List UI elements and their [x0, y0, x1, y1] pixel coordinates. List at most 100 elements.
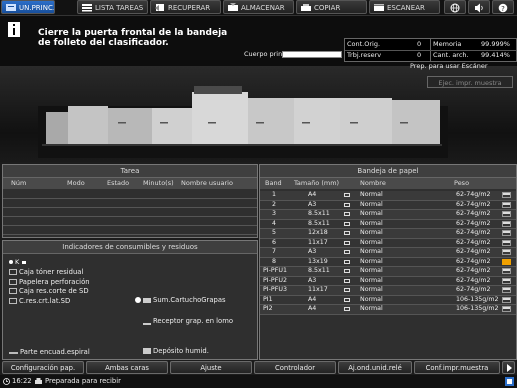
tab-scan[interactable]: ESCANEAR — [369, 0, 440, 14]
duplex-button[interactable]: Ambas caras — [86, 361, 168, 374]
status-text: Preparada para recibir — [45, 377, 121, 385]
paper-orientation-icon — [344, 269, 350, 273]
list-item: Caja res.corte de SD — [9, 287, 90, 297]
table-row[interactable] — [3, 190, 257, 199]
table-row[interactable]: PI-PFU2 A3 Normal 62-74g/m2 — [260, 276, 516, 286]
tab-label: LISTA TAREAS — [95, 4, 144, 12]
column-user-name: Nombre usuario — [181, 179, 233, 187]
svg-text:?: ? — [501, 5, 505, 13]
tray-id: PI-PFU3 — [263, 286, 287, 293]
table-row[interactable]: 7 A3 Normal 62-74g/m2 — [260, 248, 516, 258]
bullet-icon — [135, 297, 141, 303]
tray-weight: 62-74g/m2 — [456, 229, 491, 236]
paper-level-indicator — [502, 201, 511, 208]
toner-label: K — [15, 258, 20, 266]
relay-unit-wave-button[interactable]: Aj.ond.unid.relé — [338, 361, 412, 374]
tab-store[interactable]: ALMACENAR — [223, 0, 294, 14]
side-trim-waste-icon — [9, 297, 17, 304]
paper-level-indicator — [502, 306, 511, 312]
paper-orientation-icon — [344, 297, 350, 302]
table-row[interactable]: 1 A4 Normal 62-74g/m2 — [260, 191, 516, 201]
tab-main[interactable]: UN.PRINC. — [1, 0, 55, 14]
tray-weight: 62-74g/m2 — [456, 248, 491, 255]
punch-waste-icon — [9, 278, 17, 285]
info-icon — [8, 22, 20, 37]
table-row[interactable] — [3, 199, 257, 208]
tray-paper-name: Normal — [360, 295, 383, 303]
paper-orientation-icon — [344, 212, 350, 216]
tab-label: UN.PRINC. — [19, 4, 55, 12]
table-row[interactable]: 2 A3 Normal 62-74g/m2 — [260, 200, 516, 210]
column-status: Estado — [107, 179, 130, 187]
tray-id: PI-PFU2 — [263, 276, 287, 284]
table-row[interactable] — [3, 226, 257, 235]
help-icon: ? — [498, 3, 508, 13]
job-list-icon — [82, 4, 92, 12]
tray-size: 8.5x11 — [308, 219, 330, 227]
cont-orig-value: 0 — [417, 40, 422, 48]
tray-paper-name: Normal — [360, 257, 383, 265]
table-row[interactable]: 8 13x19 Normal 62-74g/m2 — [260, 257, 516, 267]
scan-icon — [374, 4, 384, 11]
help-button[interactable]: ? — [492, 0, 514, 14]
table-row[interactable]: 4 8.5x11 Normal 62-74g/m2 — [260, 219, 516, 229]
table-row[interactable] — [3, 208, 257, 217]
cant-arch-value: 99.414% — [481, 51, 510, 59]
spiral-binding-icon — [9, 347, 18, 354]
list-item: Receptor grap. en lomo — [143, 317, 233, 325]
scanner-status: Prep. para usar Escáner — [410, 62, 488, 70]
table-row[interactable]: 6 11x17 Normal 62-74g/m2 — [260, 238, 516, 248]
tab-job-list[interactable]: LISTA TAREAS — [77, 0, 148, 14]
list-item: Depósito humid. — [143, 347, 209, 355]
counters-panel: Cont.Orig. 0 Trbj.reserv 0 Memoria 99.99… — [344, 38, 517, 62]
column-size: Tamaño (mm) — [294, 179, 340, 187]
body-print-label: Cuerpo prin. — [244, 50, 285, 58]
table-row[interactable]: PI2 A4 Normal 106-135g/m2 — [260, 305, 516, 315]
table-row[interactable]: PI-PFU1 8.5x11 Normal 62-74g/m2 — [260, 267, 516, 277]
paper-level-fill — [503, 278, 510, 281]
paper-orientation-icon — [344, 278, 350, 283]
tab-copy[interactable]: COPIAR — [296, 0, 367, 14]
table-row[interactable]: PI-PFU3 11x17 Normal 62-74g/m2 — [260, 286, 516, 296]
controller-button[interactable]: Controlador — [254, 361, 336, 374]
table-row[interactable]: 5 12x18 Normal 62-74g/m2 — [260, 229, 516, 239]
paper-level-fill — [503, 307, 510, 310]
consumables-panel-title: Indicadores de consumibles y residuos — [3, 241, 257, 254]
paper-orientation-icon — [344, 240, 350, 245]
sample-print-settings-button[interactable]: Conf.impr.muestra — [414, 361, 500, 374]
next-page-button[interactable] — [502, 361, 515, 374]
tray-weight: 62-74g/m2 — [456, 219, 491, 227]
table-row[interactable] — [3, 217, 257, 226]
globe-icon — [450, 3, 460, 13]
paper-tray-panel-title: Bandeja de papel — [260, 165, 516, 178]
language-button[interactable] — [444, 0, 466, 14]
paper-level-indicator — [502, 287, 511, 293]
paper-level-fill — [503, 202, 510, 205]
tray-paper-name: Normal — [360, 276, 383, 284]
tray-id: 4 — [272, 219, 277, 227]
tray-paper-name: Normal — [360, 191, 383, 198]
paper-orientation-icon — [344, 288, 350, 292]
table-row[interactable]: 3 8.5x11 Normal 62-74g/m2 — [260, 210, 516, 220]
status-time: 16:22 — [12, 377, 32, 385]
paper-settings-button[interactable]: Configuración pap. — [2, 361, 84, 374]
store-icon — [228, 3, 238, 11]
table-row[interactable]: PI1 A4 Normal 106-135g/m2 — [260, 295, 516, 305]
column-minutes: Minuto(s) — [143, 179, 174, 187]
warning-icon — [502, 258, 511, 265]
volume-button[interactable] — [468, 0, 490, 14]
adjustment-button[interactable]: Ajuste — [170, 361, 252, 374]
recall-icon — [155, 4, 164, 11]
trbj-reserv-label: Trbj.reserv — [347, 51, 382, 59]
body-print-meter — [282, 51, 342, 58]
tray-paper-name: Normal — [360, 229, 383, 236]
bullet-icon — [9, 260, 13, 264]
paper-orientation-icon — [344, 259, 350, 264]
toner-k-indicator: K — [9, 258, 27, 266]
message-area: Cierre la puerta frontal de la bandeja d… — [0, 16, 517, 66]
column-name: Nombre — [360, 179, 386, 187]
left-consumables-list: Caja tóner residual Papelera perforación… — [9, 268, 90, 306]
tab-recall[interactable]: RECUPERAR — [150, 0, 221, 14]
tray-paper-name: Normal — [360, 238, 383, 246]
message-text: Cierre la puerta frontal de la bandeja d… — [38, 28, 227, 48]
